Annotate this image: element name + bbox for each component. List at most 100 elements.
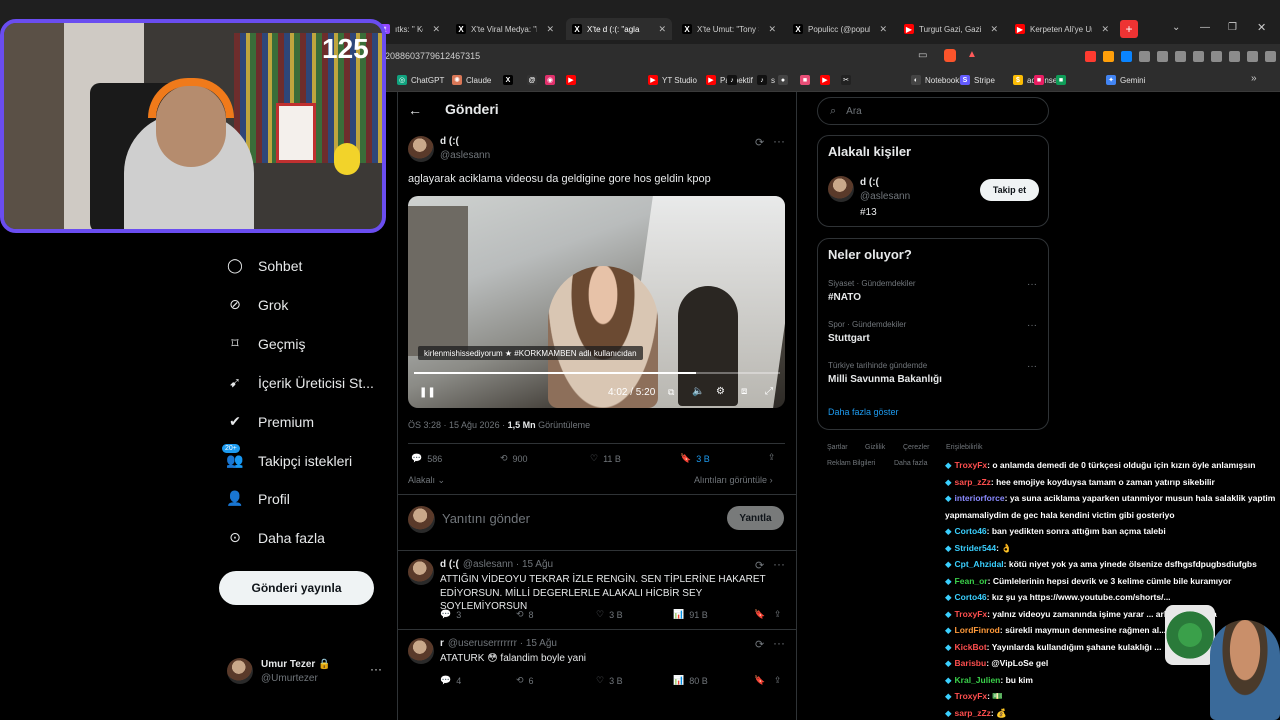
relevance-dropdown[interactable]: Alakalı ⌄: [408, 475, 445, 486]
trend-name[interactable]: #NATO: [828, 292, 861, 303]
close-tab-icon[interactable]: ✕: [879, 24, 887, 35]
sidebar-item[interactable]: 👥 20+ Takipçi istekleri: [222, 444, 352, 469]
footer-link[interactable]: Çerezler: [903, 444, 929, 451]
sidebar-item[interactable]: ⊙ Daha fazla: [226, 529, 325, 546]
like-action[interactable]: ♡ 11 B: [590, 453, 621, 464]
reply-author-name[interactable]: d (:(: [440, 559, 459, 570]
post-author-name[interactable]: d (:(: [440, 136, 459, 147]
post-more-icon[interactable]: ···: [773, 134, 785, 148]
maximize-icon[interactable]: ❐: [1228, 22, 1237, 33]
bookmark-item[interactable]: ◎ ChatGPT: [397, 73, 444, 87]
view-quotes-link[interactable]: Alıntıları görüntüle ›: [694, 475, 773, 485]
views-action[interactable]: 📊 80 B: [673, 675, 708, 686]
minimize-icon[interactable]: —: [1200, 22, 1210, 33]
bookmark-item[interactable]: ▶: [566, 73, 576, 87]
bookmark-icon[interactable]: 🔖: [754, 675, 765, 686]
relevant-person-handle[interactable]: @aslesann: [860, 191, 910, 202]
browser-tab[interactable]: X X'te Umut: "Tony Stan ✕: [676, 18, 782, 40]
like-action[interactable]: ♡ 3 B: [596, 609, 623, 620]
show-more-link[interactable]: Daha fazla göster: [828, 407, 899, 417]
footer-link[interactable]: Erişilebilirlik: [946, 444, 983, 451]
reply-input[interactable]: Yanıtını gönder: [442, 511, 530, 526]
volume-icon[interactable]: 🔈: [692, 386, 704, 397]
post-author-handle[interactable]: @aslesann: [440, 150, 490, 161]
reply-more-icon[interactable]: ···: [773, 636, 785, 650]
bookmark-item[interactable]: ♪: [727, 73, 737, 87]
bookmark-item[interactable]: ●: [778, 73, 788, 87]
extension-icon[interactable]: [1085, 51, 1096, 62]
footer-link[interactable]: Gizlilik: [865, 444, 885, 451]
bookmark-item[interactable]: ▶: [820, 73, 830, 87]
share-icon[interactable]: ⇪: [774, 609, 782, 620]
browser-tab[interactable]: X X'te d (:(: "agla ✕: [566, 18, 672, 40]
browser-tab[interactable]: X Populicc (@populicc) ✕: [787, 18, 893, 40]
pause-icon[interactable]: ❚❚: [419, 387, 436, 398]
account-switcher[interactable]: Umur Tezer 🔒 @Umurtezer ···: [227, 657, 387, 687]
trend-more-icon[interactable]: ···: [1027, 361, 1037, 372]
extension-icon[interactable]: [1139, 51, 1150, 62]
reply-action[interactable]: 💬 586: [411, 453, 442, 464]
bookmark-item[interactable]: ✦ Gemini: [1106, 73, 1145, 87]
brave-shield-icon[interactable]: [944, 49, 956, 62]
bookmark-icon[interactable]: 🔖: [754, 609, 765, 620]
extension-icon[interactable]: [1193, 51, 1204, 62]
search-box[interactable]: ⌕ Ara: [817, 97, 1049, 125]
url-text[interactable]: 2088603779612467315: [385, 51, 480, 61]
bookmark-item[interactable]: ■: [800, 73, 810, 87]
repost-action[interactable]: ⟲ 6: [516, 675, 534, 686]
close-tab-icon[interactable]: ✕: [768, 24, 776, 35]
sidebar-item[interactable]: ✔ Premium: [226, 413, 314, 430]
grok-icon[interactable]: ⟳: [755, 638, 764, 651]
bookmark-item[interactable]: ▶ YT Studio: [648, 73, 697, 87]
like-action[interactable]: ♡ 3 B: [596, 675, 623, 686]
extension-icon[interactable]: [1265, 51, 1276, 62]
trend-name[interactable]: Stuttgart: [828, 333, 870, 344]
post-author-avatar[interactable]: [408, 136, 434, 162]
grok-icon[interactable]: ⟳: [755, 136, 764, 149]
tab-search-icon[interactable]: ⌄: [1172, 22, 1180, 33]
relevant-person-avatar[interactable]: [828, 176, 854, 202]
close-tab-icon[interactable]: ✕: [990, 24, 998, 35]
settings-icon[interactable]: ⚙: [716, 386, 725, 397]
extension-icon[interactable]: [1247, 51, 1258, 62]
grok-icon[interactable]: ⟳: [755, 559, 764, 572]
close-tab-icon[interactable]: ✕: [546, 24, 554, 35]
extension-icon[interactable]: [1229, 51, 1240, 62]
sidebar-item[interactable]: 👤 Profil: [226, 490, 290, 507]
new-tab-button[interactable]: +: [1120, 20, 1138, 38]
extension-icon[interactable]: [1211, 51, 1222, 62]
sidebar-item[interactable]: ◯ Sohbet: [226, 257, 302, 274]
follow-button[interactable]: Takip et: [980, 179, 1039, 201]
sidebar-item[interactable]: ➹ İçerik Üreticisi St...: [226, 374, 374, 391]
screen-cast-icon[interactable]: ▭: [918, 50, 927, 61]
bookmark-item[interactable]: ✂: [841, 73, 851, 87]
reply-action[interactable]: 💬 4: [440, 675, 461, 686]
reply-author-avatar[interactable]: [408, 638, 434, 664]
reply-button[interactable]: Yanıtla: [727, 506, 784, 530]
picture-in-picture-icon[interactable]: ⧈: [741, 386, 747, 397]
browser-tab[interactable]: ▶ Turgut Gazi, Gazi alp ✕: [898, 18, 1004, 40]
extension-icon[interactable]: [1175, 51, 1186, 62]
bookmark-item[interactable]: ✺ Claude: [452, 73, 491, 87]
bookmark-item[interactable]: ■: [1056, 73, 1066, 87]
browser-tab[interactable]: X X'te Viral Medya: "Big ✕: [450, 18, 560, 40]
back-arrow-icon[interactable]: ←: [408, 102, 422, 118]
close-window-icon[interactable]: ✕: [1257, 21, 1266, 34]
close-tab-icon[interactable]: ✕: [432, 24, 440, 35]
footer-link[interactable]: Şartlar: [827, 444, 848, 451]
fullscreen-icon[interactable]: ⤢: [765, 386, 773, 397]
footer-link[interactable]: Reklam Bilgileri: [827, 460, 875, 467]
extension-icon[interactable]: [1121, 51, 1132, 62]
share-icon[interactable]: ⇪: [768, 452, 776, 463]
post-button[interactable]: Gönderi yayınla: [219, 571, 374, 605]
sidebar-item[interactable]: ⊘ Grok: [226, 296, 288, 313]
post-video[interactable]: [408, 196, 785, 408]
bookmark-item[interactable]: ♪ s: [757, 73, 775, 87]
views-action[interactable]: 📊 91 B: [673, 609, 708, 620]
footer-link[interactable]: Daha fazla: [894, 460, 927, 467]
trend-more-icon[interactable]: ···: [1027, 320, 1037, 331]
reply-author-handle[interactable]: @aslesann · 15 Ağu: [463, 559, 553, 570]
trend-more-icon[interactable]: ···: [1027, 279, 1037, 290]
bookmark-item[interactable]: @: [527, 73, 537, 87]
repost-action[interactable]: ⟲ 900: [500, 453, 528, 464]
